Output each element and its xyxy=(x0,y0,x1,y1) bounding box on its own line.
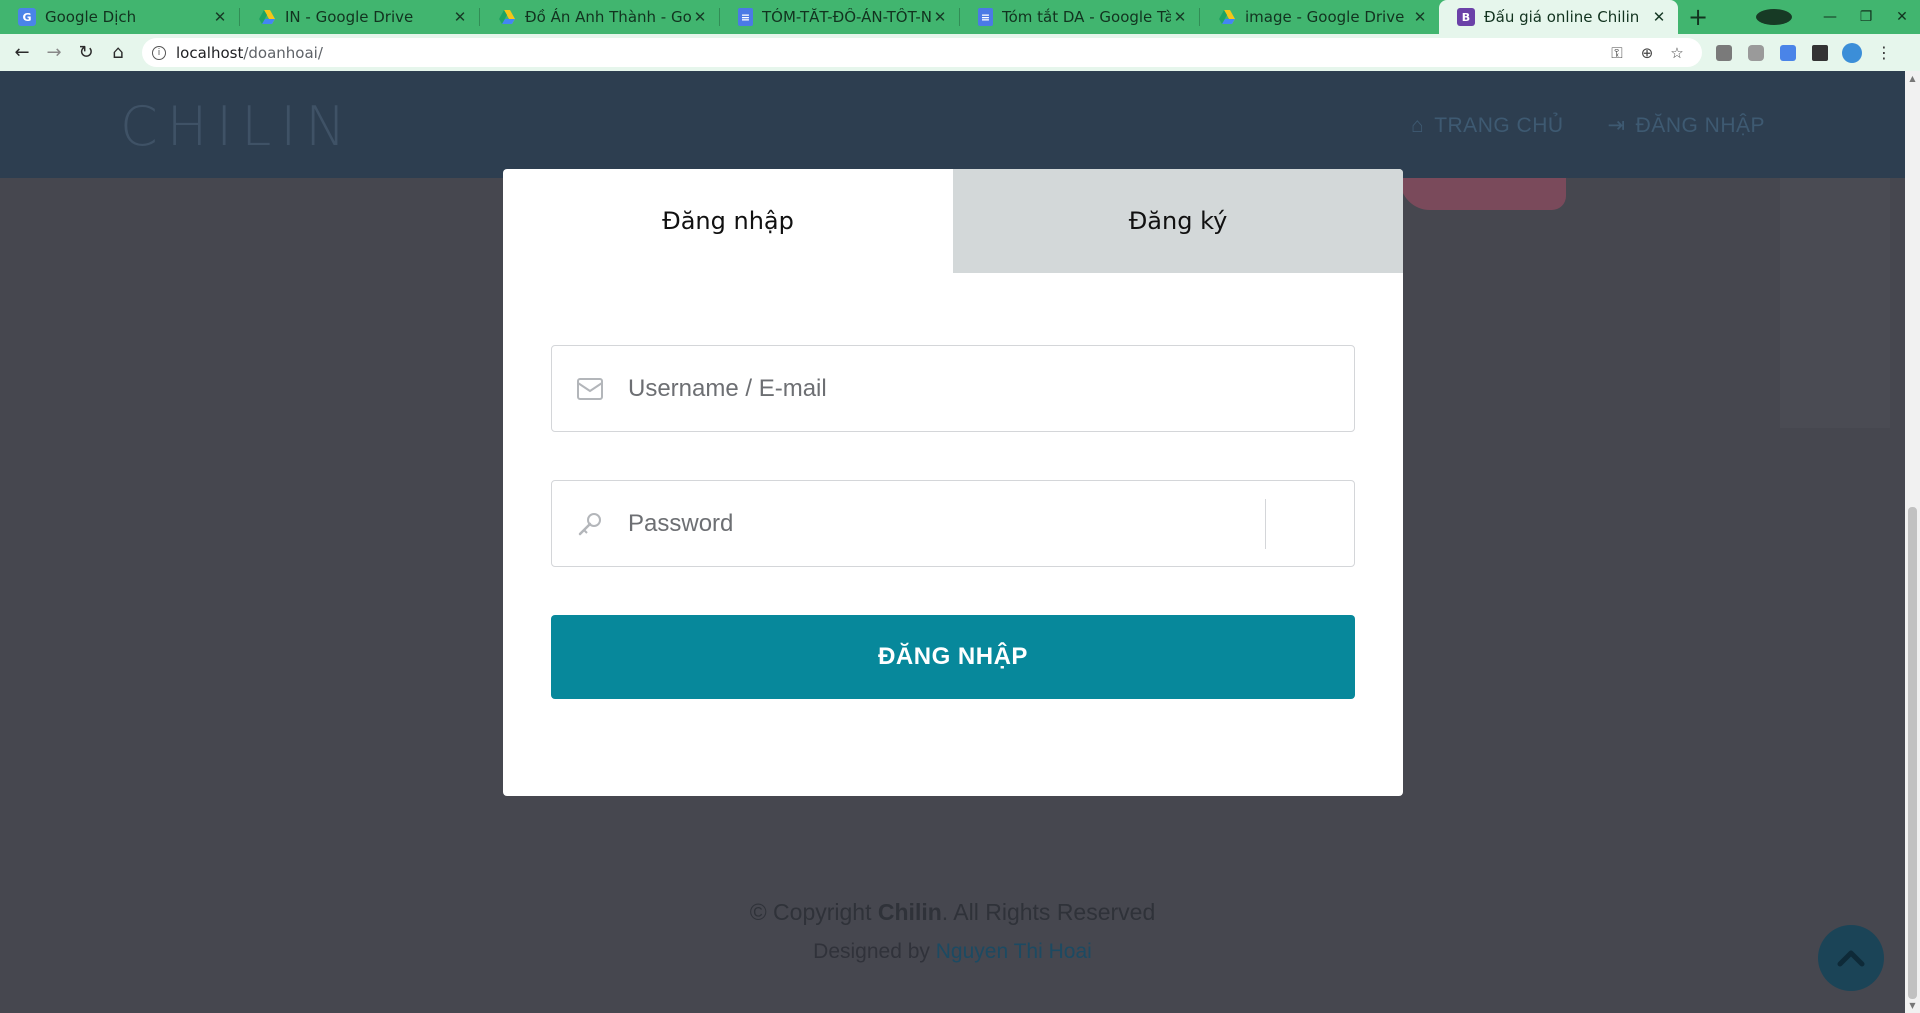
bootstrap-icon: B xyxy=(1457,8,1475,26)
menu-icon[interactable]: ⋮ xyxy=(1868,43,1900,62)
browser-toolbar: ← → ↻ ⌂ i localhost/doanhoai/ ⚿ ⊕ ☆ ⋮ xyxy=(0,34,1920,71)
envelope-icon xyxy=(552,377,628,401)
google-drive-icon xyxy=(498,8,516,26)
login-modal: Đăng nhập Đăng ký ĐĂNG NHẬP xyxy=(503,169,1403,796)
sign-in-icon: ⇥ xyxy=(1607,114,1626,137)
scroll-to-top-button[interactable] xyxy=(1818,925,1884,991)
browser-tab[interactable]: ≡ Tóm tắt DA - Google Tài liệu ✕ xyxy=(960,0,1199,34)
home-icon[interactable]: ⌂ xyxy=(102,37,134,69)
tab-register[interactable]: Đăng ký xyxy=(953,169,1403,273)
close-icon[interactable]: ✕ xyxy=(211,8,229,26)
google-drive-icon xyxy=(1218,8,1236,26)
show-password-toggle[interactable] xyxy=(1266,494,1354,554)
login-submit-button[interactable]: ĐĂNG NHẬP xyxy=(551,615,1355,699)
reload-icon[interactable]: ↻ xyxy=(70,37,102,69)
key-icon xyxy=(552,510,628,538)
background-panel xyxy=(1780,178,1890,428)
username-field xyxy=(551,345,1355,432)
nav-login-link[interactable]: ⇥ ĐĂNG NHẬP xyxy=(1608,113,1765,138)
google-docs-icon: ≡ xyxy=(738,8,753,26)
tab-title: TÓM-TẮT-ĐỒ-ÁN-TỐT-NGHIỆP xyxy=(762,8,931,26)
tab-title: Tóm tắt DA - Google Tài liệu xyxy=(1002,8,1171,26)
nav-home-link[interactable]: ⌂ TRANG CHỦ xyxy=(1411,113,1564,138)
browser-tabstrip: G Google Dịch ✕ IN - Google Drive ✕ Đồ Á… xyxy=(0,0,1920,34)
site-nav: ⌂ TRANG CHỦ ⇥ ĐĂNG NHẬP xyxy=(1411,113,1765,138)
page-scrollbar[interactable]: ▲ ▼ xyxy=(1905,71,1920,1013)
page-viewport: CHILIN ⌂ TRANG CHỦ ⇥ ĐĂNG NHẬP © Copyrig… xyxy=(0,71,1920,1013)
browser-tab-active[interactable]: B Đấu giá online Chilin ✕ xyxy=(1439,0,1678,34)
tab-search-icon[interactable] xyxy=(1756,9,1792,25)
tab-title: Google Dịch xyxy=(45,8,137,26)
extension-icon[interactable] xyxy=(1708,44,1740,61)
zoom-icon[interactable]: ⊕ xyxy=(1632,44,1662,62)
profile-avatar-icon[interactable] xyxy=(1836,42,1868,63)
browser-tab[interactable]: image - Google Drive ✕ xyxy=(1200,0,1439,34)
key-icon[interactable]: ⚿ xyxy=(1602,44,1632,62)
copyright-prefix: © Copyright xyxy=(749,899,872,925)
url-path: /doanhoai/ xyxy=(243,43,323,62)
url-host: localhost xyxy=(176,43,244,62)
tab-login[interactable]: Đăng nhập xyxy=(503,169,953,273)
nav-login-label: ĐĂNG NHẬP xyxy=(1635,113,1765,137)
close-icon[interactable]: ✕ xyxy=(1650,8,1668,26)
tab-title: Đồ Án Anh Thành - Google Drive xyxy=(525,8,691,26)
new-tab-button[interactable]: + xyxy=(1678,0,1718,34)
scrollbar-thumb[interactable] xyxy=(1908,507,1917,999)
footer-brand: Chilin xyxy=(877,899,942,925)
scroll-down-arrow[interactable]: ▼ xyxy=(1908,1001,1917,1010)
puzzle-icon[interactable] xyxy=(1804,44,1836,61)
browser-tab[interactable]: IN - Google Drive ✕ xyxy=(240,0,479,34)
password-input[interactable] xyxy=(628,493,1265,554)
nav-home-label: TRANG CHỦ xyxy=(1434,113,1564,137)
close-icon[interactable]: ✕ xyxy=(1171,8,1189,26)
minimize-icon[interactable]: — xyxy=(1812,9,1848,25)
chevron-up-icon xyxy=(1837,950,1865,967)
translate-extension-icon[interactable] xyxy=(1772,44,1804,61)
tab-title: image - Google Drive xyxy=(1245,8,1405,26)
designer-link[interactable]: Nguyen Thi Hoai xyxy=(936,940,1092,963)
tab-title: Đấu giá online Chilin xyxy=(1484,8,1640,26)
designed-by-text: Designed by Nguyen Thi Hoai xyxy=(0,940,1905,964)
site-info-icon[interactable]: i xyxy=(152,45,166,60)
site-footer: © Copyright Chilin. All Rights Reserved … xyxy=(0,899,1905,964)
browser-tab[interactable]: Đồ Án Anh Thành - Google Drive ✕ xyxy=(480,0,719,34)
restore-icon[interactable]: ❐ xyxy=(1848,9,1884,25)
extension-icons: ⋮ xyxy=(1708,42,1900,63)
designed-prefix: Designed by xyxy=(813,940,930,963)
tab-title: IN - Google Drive xyxy=(285,8,414,26)
copyright-suffix: . All Rights Reserved xyxy=(941,899,1156,925)
bookmark-star-icon[interactable]: ☆ xyxy=(1662,44,1692,62)
password-field xyxy=(551,480,1355,567)
home-icon: ⌂ xyxy=(1411,113,1425,137)
forward-icon[interactable]: → xyxy=(38,37,70,69)
close-icon[interactable]: ✕ xyxy=(691,8,709,26)
window-controls: — ❐ ✕ xyxy=(1756,0,1920,34)
site-header: CHILIN ⌂ TRANG CHỦ ⇥ ĐĂNG NHẬP xyxy=(0,71,1905,178)
username-input[interactable] xyxy=(628,358,1354,419)
google-translate-icon: G xyxy=(18,8,36,26)
close-icon[interactable]: ✕ xyxy=(1411,8,1429,26)
address-bar[interactable]: i localhost/doanhoai/ ⚿ ⊕ ☆ xyxy=(142,38,1702,67)
close-icon[interactable]: ✕ xyxy=(451,8,469,26)
google-docs-icon: ≡ xyxy=(978,8,993,26)
site-logo[interactable]: CHILIN xyxy=(120,95,355,158)
back-icon[interactable]: ← xyxy=(6,37,38,69)
banner-decoration xyxy=(1400,178,1566,210)
google-drive-icon xyxy=(258,8,276,26)
close-icon[interactable]: ✕ xyxy=(931,8,949,26)
modal-tabs: Đăng nhập Đăng ký xyxy=(503,169,1403,273)
copyright-text: © Copyright Chilin. All Rights Reserved xyxy=(0,899,1905,926)
login-form: ĐĂNG NHẬP xyxy=(503,273,1403,699)
camera-icon[interactable] xyxy=(1740,44,1772,61)
scroll-up-arrow[interactable]: ▲ xyxy=(1908,74,1917,83)
close-window-icon[interactable]: ✕ xyxy=(1884,9,1920,25)
browser-tab[interactable]: G Google Dịch ✕ xyxy=(0,0,239,34)
browser-tab[interactable]: ≡ TÓM-TẮT-ĐỒ-ÁN-TỐT-NGHIỆP ✕ xyxy=(720,0,959,34)
